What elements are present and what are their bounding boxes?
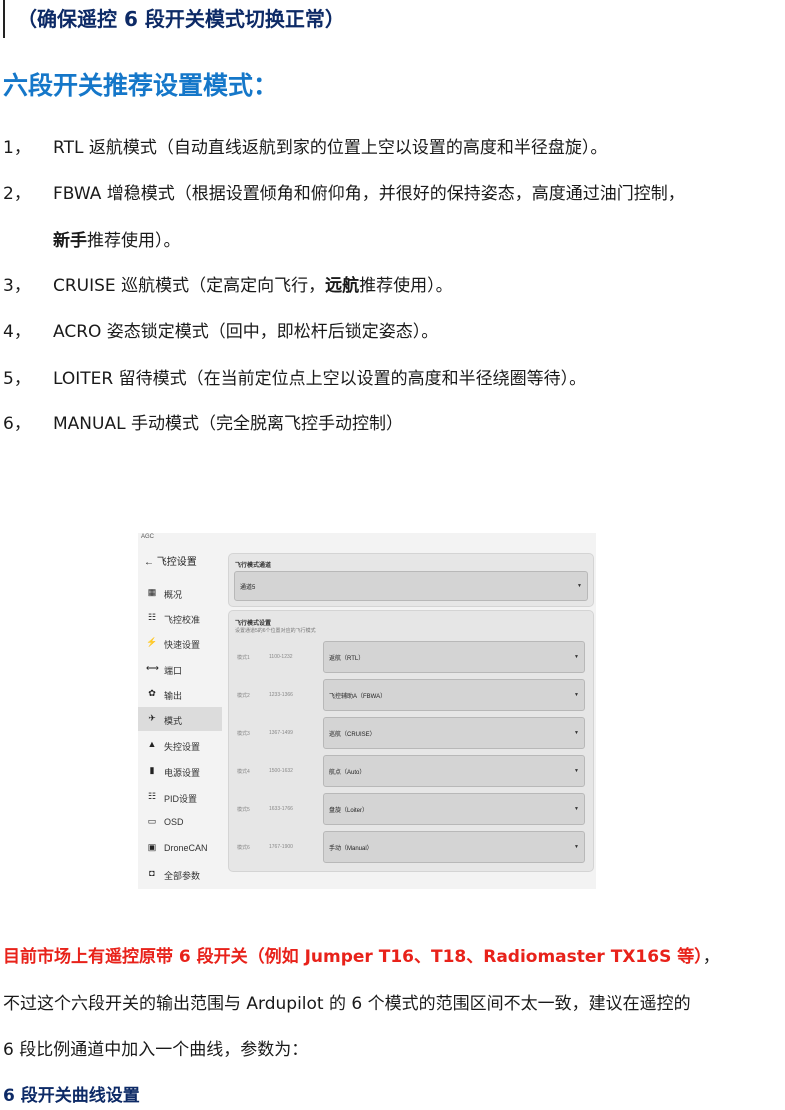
sidebar-item-failsafe[interactable]: ▲ 失控设置 — [138, 733, 222, 757]
list-text: 推荐使用）。 — [87, 231, 181, 251]
mode-select-6[interactable]: 手动（Manual） ▼ — [323, 831, 585, 863]
chevron-down-icon: ▼ — [574, 844, 579, 850]
sidebar-item-pid[interactable]: ☷ PID设置 — [138, 785, 222, 809]
bold-text: 远航 — [325, 276, 360, 296]
mode-range: 1633-1766 — [269, 806, 293, 812]
sidebar-item-modes[interactable]: ✈ 模式 — [138, 707, 222, 731]
sidebar-item-ports[interactable]: ⟷ 端口 — [138, 657, 222, 681]
sidebar-title[interactable]: ← 飞控设置 — [144, 553, 197, 568]
list-text: LOITER 留待模式（在当前定位点上空以设置的高度和半径绕圈等待）。 — [53, 369, 587, 389]
mode-select-5[interactable]: 盘旋（Loiter） ▼ — [323, 793, 585, 825]
chevron-down-icon: ▼ — [574, 768, 579, 774]
card-subtitle: 设置通道5的6个位置对应的飞行模式 — [235, 628, 316, 634]
list-text: FBWA 增稳模式（根据设置倾角和俯仰角，并很好的保持姿态，高度通过油门控制， — [53, 184, 685, 204]
list-number: 5， — [3, 369, 31, 389]
warning-icon: ▲ — [147, 739, 157, 749]
mode-select-3[interactable]: 巡航（CRUISE） ▼ — [323, 717, 585, 749]
lightning-icon: ⚡ — [146, 637, 158, 647]
card-title: 飞行模式设置 — [235, 621, 272, 627]
sliders-icon: ☷ — [147, 791, 157, 801]
list-text: CRUISE 巡航模式（定高定向飞行，远航推荐使用）。 — [53, 276, 453, 296]
port-icon: ⟷ — [146, 663, 159, 673]
sidebar-item-all-params[interactable]: ◘ 全部参数 — [138, 862, 222, 886]
sidebar-item-calibration[interactable]: ☷ 飞控校准 — [138, 606, 222, 630]
mode-select-2[interactable]: 飞控辅助A（FBWA） ▼ — [323, 679, 585, 711]
app-label: AGC — [141, 534, 155, 540]
airplane-icon: ✈ — [148, 713, 156, 723]
mode-range: 1500-1632 — [269, 768, 293, 774]
sidebar-item-osd[interactable]: ▭ OSD — [138, 810, 222, 834]
mode-label: 模式2 — [237, 693, 250, 699]
top-note: （确保遥控 6 段开关模式切换正常） — [3, 0, 403, 38]
mode-label: 模式3 — [237, 731, 250, 737]
modes-card: 飞行模式设置 设置通道5的6个位置对应的飞行模式 模式1 1100-1232 返… — [228, 610, 594, 872]
battery-icon: ▮ — [149, 765, 155, 775]
chevron-down-icon: ▼ — [577, 583, 582, 589]
list-number: 4， — [3, 322, 31, 342]
chevron-down-icon: ▼ — [574, 654, 579, 660]
mode-label: 模式5 — [237, 807, 250, 813]
mode-range: 1233-1366 — [269, 692, 293, 698]
list-text: MANUAL 手动模式（完全脱离飞控手动控制） — [53, 414, 403, 434]
embedded-screenshot: AGC ← 飞控设置 ▦ 概况 ☷ 飞控校准 ⚡ 快速设置 ⟷ 端口 ✿ 输出 ✈ 模式 ▲… — [138, 533, 596, 889]
sidebar-item-overview[interactable]: ▦ 概况 — [138, 581, 222, 605]
list-number: 3， — [3, 276, 31, 296]
mode-range: 1100-1232 — [269, 654, 293, 660]
mode-select-1[interactable]: 返航（RTL） ▼ — [323, 641, 585, 673]
sidebar-item-quick-setup[interactable]: ⚡ 快速设置 — [138, 631, 222, 655]
settings-sidebar: ← 飞控设置 ▦ 概况 ☷ 飞控校准 ⚡ 快速设置 ⟷ 端口 ✿ 输出 ✈ 模式 ▲ 失控设置… — [138, 545, 222, 889]
sliders-icon: ☷ — [147, 612, 157, 622]
gear-icon: ✿ — [148, 688, 156, 698]
subsection-heading: 6 段开关曲线设置 — [3, 1086, 140, 1106]
sidebar-item-output[interactable]: ✿ 输出 — [138, 682, 222, 706]
mode-label: 模式1 — [237, 655, 250, 661]
paragraph-line: 6 段比例通道中加入一个曲线，参数为： — [3, 1040, 309, 1060]
list-item-fbwa-continuation: 新手推荐使用）。 — [53, 227, 181, 255]
paragraph-line: 不过这个六段开关的输出范围与 Ardupilot 的 6 个模式的范围区间不太一… — [3, 994, 691, 1014]
monitor-icon: ▭ — [147, 816, 157, 826]
section-heading: 六段开关推荐设置模式： — [3, 71, 279, 100]
list-number: 2， — [3, 184, 31, 204]
list-number: 6， — [3, 414, 31, 434]
can-bus-icon: ▣ — [147, 842, 157, 852]
card-title: 飞行模式通道 — [235, 563, 272, 569]
dashboard-icon: ▦ — [147, 587, 157, 597]
mode-label: 模式6 — [237, 845, 250, 851]
mode-range: 1367-1499 — [269, 730, 293, 736]
channel-select[interactable]: 通道5 ▼ — [234, 571, 588, 601]
chevron-down-icon: ▼ — [574, 692, 579, 698]
chevron-down-icon: ▼ — [574, 806, 579, 812]
chevron-down-icon: ▼ — [574, 730, 579, 736]
bold-text: 新手 — [53, 231, 87, 251]
highlight-text: 目前市场上有遥控原带 6 段开关（例如 Jumper T16、T18、Radio… — [3, 947, 703, 967]
sidebar-item-dronecan[interactable]: ▣ DroneCAN — [138, 836, 222, 860]
mode-range: 1767-1900 — [269, 844, 293, 850]
list-text: ACRO 姿态锁定模式（回中，即松杆后锁定姿态）。 — [53, 322, 439, 342]
channel-card: 飞行模式通道 通道5 ▼ — [228, 553, 594, 607]
mode-select-4[interactable]: 航点（Auto） ▼ — [323, 755, 585, 787]
sidebar-item-power[interactable]: ▮ 电源设置 — [138, 759, 222, 783]
list-number: 1， — [3, 138, 31, 158]
highlight-paragraph: 目前市场上有遥控原带 6 段开关（例如 Jumper T16、T18、Radio… — [3, 947, 720, 967]
list-text: RTL 返航模式（自动直线返航到家的位置上空以设置的高度和半径盘旋）。 — [53, 138, 608, 158]
list-icon: ◘ — [149, 868, 155, 878]
mode-label: 模式4 — [237, 769, 250, 775]
